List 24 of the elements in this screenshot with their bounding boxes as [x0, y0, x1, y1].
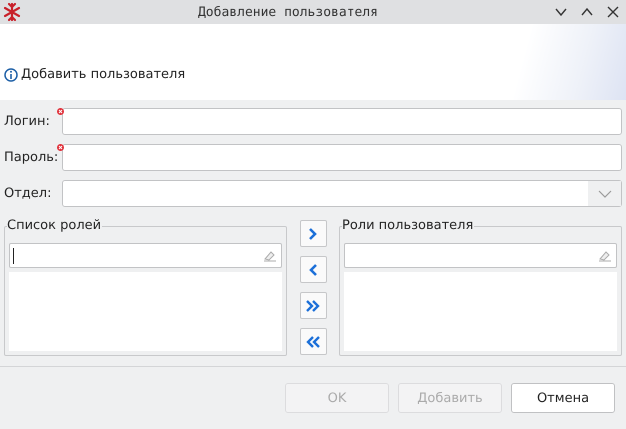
filter-field[interactable]	[9, 243, 282, 268]
window-title: Добавление пользователя	[196, 4, 379, 20]
double-arrow-left-button[interactable]	[300, 328, 326, 355]
filter-field[interactable]	[344, 243, 617, 268]
arrow-left-button[interactable]	[300, 256, 326, 283]
header-text: Добавить пользователя	[21, 67, 186, 82]
eraser-icon	[263, 250, 277, 262]
input-field[interactable]	[62, 108, 622, 135]
double-arrow-left-icon	[306, 334, 320, 348]
double-arrow-right-icon	[306, 298, 320, 312]
input-field[interactable]	[62, 144, 622, 171]
chevron-down-icon	[598, 188, 612, 198]
double-arrow-right-button[interactable]	[300, 292, 326, 319]
dropdown-field[interactable]	[62, 180, 622, 207]
field-label: Логин:	[4, 114, 50, 129]
group-title: Список ролей	[7, 218, 102, 233]
close-icon[interactable]	[606, 5, 620, 19]
snowflake-logo-icon	[2, 2, 22, 22]
dialog-button[interactable]: Отмена	[511, 383, 615, 413]
field-label: Пароль:	[4, 150, 58, 165]
field-label: Отдел:	[4, 186, 52, 201]
eraser-icon	[598, 250, 612, 262]
arrow-right-button[interactable]	[300, 220, 326, 247]
info-icon	[4, 68, 18, 82]
